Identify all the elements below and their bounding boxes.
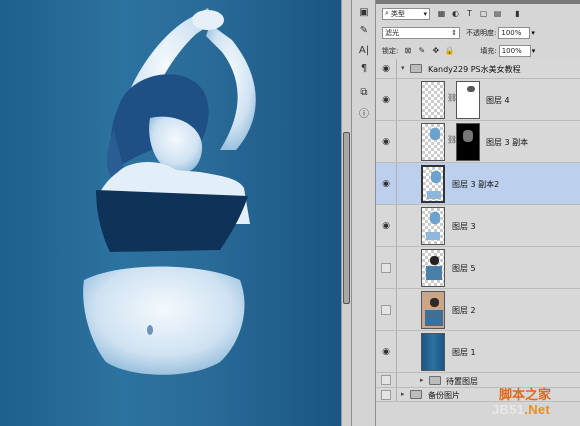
blend-mode-label: 滤光 [385,28,399,37]
expand-arrow-icon[interactable]: ▾ [401,64,405,72]
lock-paint-icon[interactable]: ✎ [416,45,427,56]
blend-row: 滤光 ⇕ 不透明度: 100% ▾ [376,24,580,41]
info-icon[interactable]: ⓘ [356,104,372,120]
site-watermark: 脚本之家 JB51.Net [492,380,580,426]
eye-icon[interactable]: ◉ [379,178,393,190]
layer-mask-thumbnail[interactable] [456,81,480,119]
canvas-scrollbar[interactable] [341,0,351,426]
opacity-field[interactable]: 100% [498,26,531,39]
layer-name: 图层 3 副本 [486,138,529,147]
filter-kind-label: 类型 [390,9,405,18]
eye-icon[interactable]: ◉ [379,63,393,75]
layer-name: 图层 5 [452,264,476,273]
layer-comps-icon[interactable]: ⧉ [356,84,372,100]
layer-name: 图层 2 [452,306,476,315]
paragraph-icon[interactable]: ¶ [356,60,372,76]
fill-label: 填充: [480,46,497,55]
fill-value: 100% [501,46,522,55]
chevron-down-icon: ⇕ [451,28,457,37]
layer-list: ◉ ▾ Kandy229 PS水美女教程 ◉ ⛓ 图层 4 ◉ ⛓ 图层 3 副… [376,59,580,402]
lock-all-icon[interactable]: 🔒 [444,45,455,56]
history-icon[interactable]: ▣ [356,4,372,20]
layer-thumbnail [421,123,445,161]
folder-icon [429,376,441,385]
brush-icon[interactable]: ✎ [356,22,372,38]
adjustment-filter-icon[interactable]: ◐ [450,8,461,19]
layer-row[interactable]: ◉ ⛓ 图层 4 [376,79,580,121]
layer-thumbnail [421,81,445,119]
artwork-image [83,8,256,375]
visibility-toggle[interactable] [381,304,391,315]
expand-arrow-icon[interactable]: ▸ [401,390,405,398]
expand-arrow-icon[interactable]: ▸ [420,376,424,384]
layer-group-row[interactable]: ◉ ▾ Kandy229 PS水美女教程 [376,59,580,79]
smart-object-filter-icon[interactable]: ▤ [492,8,503,19]
layer-row[interactable]: ◉ 图层 1 [376,331,580,373]
layer-mask-thumbnail[interactable] [456,123,480,161]
layer-thumbnail [421,333,445,371]
character-icon[interactable]: A| [356,42,372,58]
layer-thumbnail [421,291,445,329]
fill-field[interactable]: 100% [498,44,531,57]
layer-name: 备份图片 [428,391,460,400]
watermark-url-main: JB51 [492,402,525,417]
watermark-url-suffix: .Net [524,402,551,417]
panel-dock-strip: ▣ ✎ A| ¶ ⧉ ⓘ [351,0,376,426]
layer-name: 图层 4 [486,96,510,105]
filter-kind-select[interactable]: ⌕ 类型 ▾ [382,7,430,20]
folder-icon [410,64,422,73]
layer-name: 图层 3 [452,222,476,231]
lock-row: 锁定: ⊠ ✎ ✥ 🔒 填充: 100% ▾ [376,42,580,59]
search-icon: ⌕ [385,9,389,17]
layer-row[interactable]: ◉ 图层 3 [376,205,580,247]
layer-name: 图层 1 [452,348,476,357]
chevron-down-icon[interactable]: ▾ [531,29,535,37]
visibility-toggle[interactable] [381,262,391,273]
layer-thumbnail [421,207,445,245]
chevron-down-icon: ▾ [423,9,427,18]
layer-row[interactable]: 图层 2 [376,289,580,331]
watermark-site-name: 脚本之家 [499,388,552,403]
document-canvas[interactable] [0,0,341,426]
layers-panel: ⌕ 类型 ▾ ▦ ◐ T ▢ ▤ ▮ 滤光 ⇕ 不透明度: 100% ▾ 锁定:… [376,0,580,426]
lock-label: 锁定: [382,46,399,55]
visibility-toggle[interactable] [381,375,391,385]
layer-thumbnail [421,249,445,287]
panel-tabs-bar [376,0,580,4]
layer-name: Kandy229 PS水美女教程 [428,65,521,74]
filter-row: ⌕ 类型 ▾ ▦ ◐ T ▢ ▤ ▮ [376,5,580,22]
lock-move-icon[interactable]: ✥ [430,45,441,56]
opacity-label: 不透明度: [466,28,497,37]
scrollbar-thumb[interactable] [343,132,350,304]
type-filter-icon[interactable]: T [464,8,475,19]
layer-row[interactable]: 图层 5 [376,247,580,289]
layer-name: 图层 3 副本2 [452,180,500,189]
eye-icon[interactable]: ◉ [379,346,393,358]
folder-icon [410,390,422,399]
visibility-toggle[interactable] [381,389,391,400]
blend-mode-select[interactable]: 滤光 ⇕ [382,26,460,39]
layer-name: 待置图层 [446,377,478,386]
opacity-value: 100% [501,28,522,37]
layer-row[interactable]: ◉ ⛓ 图层 3 副本 [376,121,580,163]
eye-icon[interactable]: ◉ [379,136,393,148]
eye-icon[interactable]: ◉ [379,220,393,232]
layer-thumbnail [421,165,445,203]
pixel-filter-icon[interactable]: ▦ [436,8,447,19]
layer-row-selected[interactable]: ◉ 图层 3 副本2 [376,163,580,205]
chevron-down-icon[interactable]: ▾ [532,47,536,55]
watermark-url: JB51.Net [492,402,550,417]
eye-icon[interactable]: ◉ [379,94,393,106]
filter-toggle-icon[interactable]: ▮ [512,8,523,19]
shape-filter-icon[interactable]: ▢ [478,8,489,19]
lock-transparency-icon[interactable]: ⊠ [402,45,413,56]
